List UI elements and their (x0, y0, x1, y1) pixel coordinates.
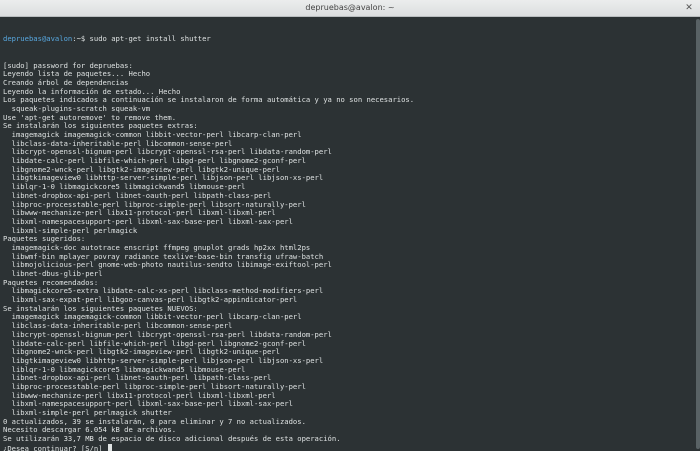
terminal-line-text: libxml-namespacesupport-perl libxml-sax-… (3, 216, 293, 226)
prompt-command: sudo apt-get install shutter (85, 34, 211, 44)
terminal-line-text: imagemagick imagemagick-common libbit-ve… (3, 312, 302, 322)
terminal-line-text: libcrypt-openssl-bignum-perl libcrypt-op… (3, 147, 332, 157)
terminal-line-text: Use 'apt-get autoremove' to remove them. (3, 112, 177, 122)
terminal-line-text: libdate-calc-perl libfile-which-perl lib… (3, 156, 306, 166)
terminal-line-text: imagemagick-doc autotrace enscript ffmpe… (3, 242, 311, 252)
prompt-path: :~$ (72, 34, 86, 44)
text-cursor (107, 443, 112, 451)
close-icon[interactable]: ✕ (684, 3, 694, 13)
window-title: depruebas@avalon: ~ (305, 3, 395, 12)
terminal-line-text: libgtkimageview0 libhttp-server-simple-p… (3, 355, 324, 365)
terminal-line: Se utilizarán 33,7 MB de espacio de disc… (3, 434, 695, 444)
terminal-line-text: [sudo] password for depruebas: (3, 60, 133, 70)
terminal-line-text: liblqr-1-0 libmagickcore5 libmagickwand5… (3, 182, 246, 192)
scrollbar-thumb[interactable] (696, 19, 700, 449)
terminal-line-text: libnet-dropbox-api-perl libnet-oauth-per… (3, 190, 272, 200)
terminal-line-text: libwmf-bin mplayer povray radiance texli… (3, 251, 324, 261)
terminal-line-text: Se instalarán los siguientes paquetes NU… (3, 303, 198, 313)
terminal-line-text: Creando árbol de dependencias (3, 77, 129, 87)
terminal-line: libmojolicious-perl gnome-web-photo naut… (3, 260, 695, 270)
terminal-line-text: libclass-data-inheritable-perl libcommon… (3, 321, 233, 331)
terminal-line-text: libcrypt-openssl-bignum-perl libcrypt-op… (3, 329, 332, 339)
terminal-line-text: libnet-dbus-glib-perl (3, 269, 103, 278)
terminal-output[interactable]: depruebas@avalon:~$ sudo apt-get install… (0, 17, 695, 451)
terminal-line-text: libwww-mechanize-perl libx11-protocol-pe… (3, 208, 276, 218)
terminal-window: depruebas@avalon: ~ ✕ depruebas@avalon:~… (0, 0, 700, 451)
terminal-line-text: Leyendo lista de paquetes... Hecho (3, 69, 151, 79)
terminal-line-text: libxml-namespacesupport-perl libxml-sax-… (3, 399, 293, 409)
terminal-line-text: libxml-simple-perl perlmagick (3, 225, 138, 235)
terminal-line-text: libproc-processtable-perl libproc-simple… (3, 381, 306, 391)
terminal-line-text: libmagickcore5-extra libdate-calc-xs-per… (3, 286, 324, 296)
terminal-line-text: libgnome2-wnck-perl libgtk2-imageview-pe… (3, 164, 280, 174)
terminal-line-text: Leyendo la información de estado... Hech… (3, 86, 181, 96)
terminal-line-text: Paquetes sugeridos: (3, 234, 86, 244)
terminal-line-text: libxml-simple-perl perlmagick shutter (3, 408, 172, 417)
terminal-line-text: Paquetes recomendados: (3, 277, 99, 287)
terminal-line-text: libclass-data-inheritable-perl libcommon… (3, 138, 233, 148)
terminal-body: depruebas@avalon:~$ sudo apt-get install… (0, 17, 700, 451)
prompt-line: depruebas@avalon:~$ sudo apt-get install… (3, 35, 695, 44)
terminal-line-text: liblqr-1-0 libmagickcore5 libmagickwand5… (3, 364, 246, 374)
terminal-line-text: 0 actualizados, 39 se instalarán, 0 para… (3, 416, 306, 426)
terminal-line: libnet-dbus-glib-perl (3, 269, 695, 279)
terminal-line-text: libxml-sax-expat-perl libgoo-canvas-perl… (3, 295, 298, 305)
terminal-line-text: libgtkimageview0 libhttp-server-simple-p… (3, 173, 324, 183)
terminal-line-text: libgnome2-wnck-perl libgtk2-imageview-pe… (3, 347, 280, 357)
terminal-line-text: imagemagick imagemagick-common libbit-ve… (3, 130, 302, 139)
terminal-line-text: Se utilizarán 33,7 MB de espacio de disc… (3, 434, 341, 444)
scrollbar[interactable] (695, 17, 700, 451)
terminal-line-text: libnet-dropbox-api-perl libnet-oauth-per… (3, 373, 272, 383)
terminal-line-text: libmojolicious-perl gnome-web-photo naut… (3, 260, 332, 270)
title-bar[interactable]: depruebas@avalon: ~ ✕ (0, 0, 700, 17)
terminal-line-text: libwww-mechanize-perl libx11-protocol-pe… (3, 390, 276, 400)
terminal-line-text: Necesito descargar 6.054 kB de archivos. (3, 425, 177, 435)
terminal-line-text: ¿Desea continuar? [S/n] (3, 443, 107, 451)
terminal-line-text: Se instalarán los siguientes paquetes ex… (3, 121, 198, 131)
terminal-line: libxml-simple-perl perlmagick (3, 225, 695, 236)
prompt-user-host: depruebas@avalon (3, 34, 73, 44)
terminal-line-text: squeak-plugins-scratch squeak-vm (3, 103, 151, 113)
terminal-line: ¿Desea continuar? [S/n] (3, 443, 695, 451)
terminal-line-text: libproc-processtable-perl libproc-simple… (3, 199, 306, 209)
terminal-line-text: libdate-calc-perl libfile-which-perl lib… (3, 338, 306, 348)
terminal-line-text: Los paquetes indicados a continuación se… (3, 95, 415, 105)
